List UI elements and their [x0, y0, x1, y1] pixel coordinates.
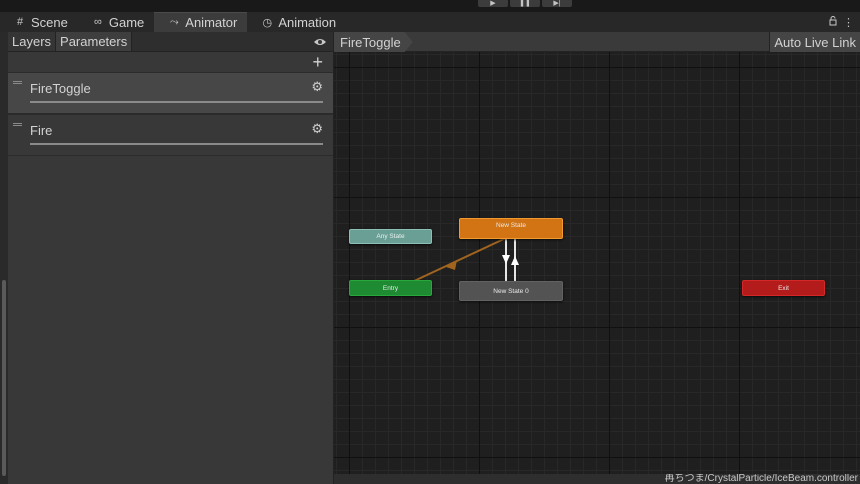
- playmode-controls: ▶ ❚❚ ▶|: [478, 0, 572, 7]
- drag-handle-icon[interactable]: [13, 81, 22, 84]
- pause-button[interactable]: ❚❚: [510, 0, 540, 7]
- lock-icon[interactable]: [829, 15, 837, 29]
- grid-icon: #: [16, 16, 24, 28]
- play-button[interactable]: ▶: [478, 0, 508, 7]
- tab-label: Animation: [278, 14, 337, 30]
- gear-icon[interactable]: ⚙: [311, 79, 323, 95]
- animator-icon: ⤳: [169, 16, 179, 28]
- tab-label: Game: [108, 14, 145, 30]
- eye-icon[interactable]: [313, 32, 333, 51]
- drag-handle-icon[interactable]: [13, 123, 22, 126]
- any-state-node[interactable]: Any State: [349, 229, 432, 244]
- gear-icon[interactable]: ⚙: [311, 121, 323, 137]
- parameter-name[interactable]: Fire: [30, 123, 52, 138]
- add-parameter-row: +: [8, 52, 333, 72]
- tab-label: Scene: [31, 14, 68, 30]
- exit-node[interactable]: Exit: [742, 280, 825, 296]
- parameter-underline: [30, 101, 323, 103]
- parameter-item[interactable]: FireToggle ⚙: [8, 72, 333, 114]
- status-bar: 再ちつま/CrystalParticle/IceBeam.controller: [334, 474, 860, 484]
- animator-graph[interactable]: FireToggle Auto Live Link Any State Entr…: [334, 32, 860, 484]
- tab-label: Animator: [185, 15, 238, 30]
- arrow-up-icon: [511, 256, 519, 265]
- step-button[interactable]: ▶|: [542, 0, 572, 7]
- editor-tab-bar: # Scene ∞ Game ⤳ Animator ◷ Animation ⋮: [0, 12, 860, 32]
- animator-side-panel: Layers Parameters + FireToggle ⚙ Fire ⚙: [8, 32, 334, 484]
- entry-transition[interactable]: [411, 237, 507, 283]
- tab-animator[interactable]: ⤳ Animator: [154, 12, 248, 32]
- parameter-name[interactable]: FireToggle: [30, 81, 91, 96]
- state-node[interactable]: New State 0: [459, 281, 563, 301]
- default-state-node[interactable]: New State: [459, 218, 563, 239]
- arrow-down-icon: [502, 255, 510, 264]
- side-panel-tabs: Layers Parameters: [8, 32, 333, 52]
- add-parameter-button[interactable]: +: [312, 52, 323, 73]
- tab-layers[interactable]: Layers: [8, 32, 57, 51]
- clock-icon: ◷: [262, 16, 273, 29]
- transitions-layer: [411, 237, 519, 283]
- entry-node[interactable]: Entry: [349, 280, 432, 296]
- tab-scene[interactable]: # Scene: [0, 12, 78, 32]
- top-toolbar: ▶ ❚❚ ▶|: [0, 0, 860, 12]
- tab-animation[interactable]: ◷ Animation: [247, 12, 346, 32]
- scrollbar[interactable]: [2, 280, 6, 476]
- left-gutter: [0, 32, 8, 484]
- tab-parameters[interactable]: Parameters: [56, 32, 133, 51]
- menu-icon[interactable]: ⋮: [843, 16, 854, 29]
- gamepad-icon: ∞: [93, 16, 102, 28]
- tab-actions: ⋮: [829, 12, 860, 32]
- controller-path: 再ちつま/CrystalParticle/IceBeam.controller: [664, 474, 858, 484]
- tab-game[interactable]: ∞ Game: [78, 12, 154, 32]
- parameter-item[interactable]: Fire ⚙: [8, 114, 333, 156]
- parameter-underline: [30, 143, 323, 145]
